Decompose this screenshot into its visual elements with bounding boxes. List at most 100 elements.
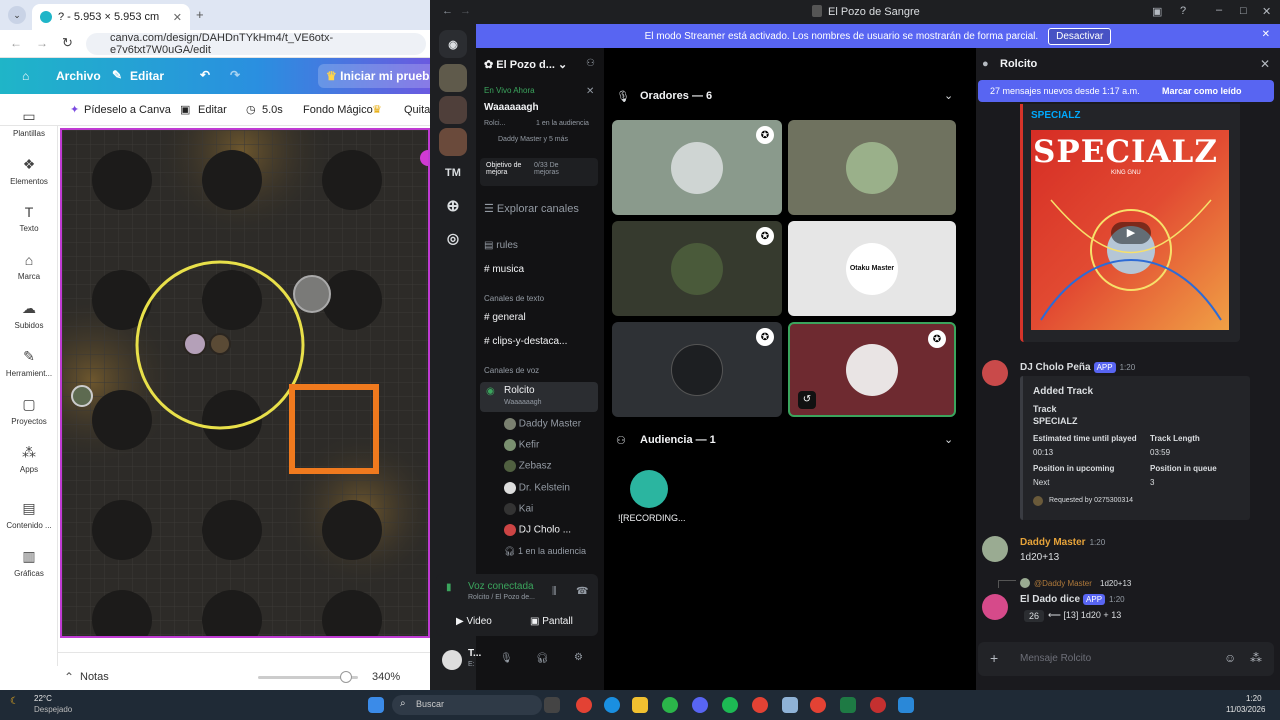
- battle-map-canvas[interactable]: [60, 128, 430, 638]
- add-server-icon[interactable]: ⊕: [439, 192, 467, 220]
- ask-canva-button[interactable]: Pídeselo a Canva: [84, 104, 171, 116]
- forward-icon[interactable]: →: [36, 36, 48, 50]
- browser-tab[interactable]: ? - 5.953 × 5.953 cm ✕: [32, 4, 190, 30]
- speaker-tile-6[interactable]: ✪ ↺: [788, 322, 956, 417]
- sidebar-item-proyectos[interactable]: ▢ Proyectos: [0, 396, 58, 426]
- excel-icon[interactable]: [840, 697, 856, 713]
- chrome-icon-3[interactable]: [810, 697, 826, 713]
- user-name[interactable]: T...: [468, 648, 481, 659]
- album-cover[interactable]: SPECIALZ KING GNU ▶: [1031, 130, 1229, 330]
- archivo-menu[interactable]: Archivo: [56, 69, 101, 83]
- speaker-tile-2[interactable]: [788, 120, 956, 215]
- apps-icon[interactable]: ⁂: [1250, 651, 1262, 665]
- live-title[interactable]: Waaaaaagh: [484, 102, 539, 113]
- sidebar-item-apps[interactable]: ⁂ Apps: [0, 444, 58, 474]
- avatar[interactable]: [982, 360, 1008, 386]
- message-input[interactable]: + Mensaje Rolcito ☺ ⁂: [978, 642, 1274, 676]
- play-icon[interactable]: ▶: [1111, 222, 1151, 244]
- text-channels-header[interactable]: Canales de texto: [484, 294, 544, 303]
- sidebar-item-marca[interactable]: ⌂ Marca: [0, 252, 58, 281]
- discord-icon[interactable]: [692, 697, 708, 713]
- forward-icon[interactable]: →: [460, 5, 471, 17]
- bot-name[interactable]: DJ Cholo Peña: [1020, 362, 1091, 373]
- maximize-icon[interactable]: □: [1240, 5, 1247, 17]
- mark-read-button[interactable]: Marcar como leído: [1162, 86, 1242, 96]
- clock-time[interactable]: 1:20: [1246, 694, 1262, 703]
- weather-text[interactable]: Despejado: [34, 705, 72, 714]
- token-wolf[interactable]: [293, 275, 331, 313]
- magic-bg-button[interactable]: Fondo Mágico: [303, 104, 373, 116]
- reply-text[interactable]: 1d20+13: [1100, 579, 1131, 588]
- minimize-icon[interactable]: –: [1216, 4, 1222, 16]
- back-icon[interactable]: ←: [10, 36, 22, 50]
- speaker-tile-1[interactable]: ✪: [612, 120, 782, 215]
- close-window-icon[interactable]: ✕: [1262, 5, 1271, 18]
- close-chat-icon[interactable]: ✕: [1260, 57, 1270, 71]
- token-2[interactable]: [209, 333, 231, 355]
- voice-member[interactable]: Dr. Kelstein: [504, 482, 570, 494]
- voice-member[interactable]: Kefir: [504, 439, 539, 451]
- token-1[interactable]: [183, 332, 207, 356]
- whatsapp-icon[interactable]: [662, 697, 678, 713]
- voice-member[interactable]: Kai: [504, 503, 533, 515]
- voice-channel-rolcito[interactable]: ◉ Rolcito Waaaaaagh: [480, 382, 598, 412]
- voice-member[interactable]: DJ Cholo ...: [504, 524, 571, 536]
- channel-clips[interactable]: # clips-y-destaca...: [484, 336, 567, 347]
- disconnect-icon[interactable]: ☎: [576, 586, 588, 597]
- reply-user[interactable]: @Daddy Master: [1034, 579, 1092, 588]
- chrome-icon[interactable]: [576, 697, 592, 713]
- speaker-tile-3[interactable]: ✪: [612, 221, 782, 316]
- token-3[interactable]: [71, 385, 93, 407]
- spotify-icon[interactable]: [722, 697, 738, 713]
- discover-icon[interactable]: ◎: [439, 224, 467, 252]
- invite-icon[interactable]: ⚇: [586, 58, 595, 69]
- inbox-icon[interactable]: ▣: [1152, 5, 1162, 18]
- speakers-header[interactable]: Oradores — 6: [640, 90, 712, 102]
- zoom-slider-thumb[interactable]: [340, 671, 352, 683]
- voice-channels-header[interactable]: Canales de voz: [484, 366, 539, 375]
- user-avatar[interactable]: [442, 650, 462, 670]
- audience-header[interactable]: Audiencia — 1: [640, 434, 716, 446]
- notes-button[interactable]: Notas: [80, 671, 109, 683]
- daddy-name[interactable]: Daddy Master: [1020, 537, 1086, 548]
- reload-icon[interactable]: ↻: [62, 35, 73, 51]
- help-icon[interactable]: ?: [1180, 5, 1186, 17]
- voice-connected-sub[interactable]: Rolcito / El Pozo de...: [468, 594, 535, 601]
- sidebar-item-subidos[interactable]: ☁ Subidos: [0, 300, 58, 330]
- back-icon[interactable]: ←: [442, 5, 453, 17]
- task-view-icon[interactable]: [544, 697, 560, 713]
- url-input[interactable]: canva.com/design/DAHDnTYkHm4/t_VE6otx-e7…: [86, 32, 426, 56]
- speaker-tile-4[interactable]: Otaku Master: [788, 221, 956, 316]
- collapse-audience-icon[interactable]: ⌄: [944, 433, 953, 446]
- close-banner-icon[interactable]: ✕: [1262, 29, 1270, 40]
- avatar[interactable]: [982, 536, 1008, 562]
- sidebar-item-texto[interactable]: T Texto: [0, 204, 58, 233]
- temperature[interactable]: 22°C: [34, 694, 52, 703]
- settings-icon[interactable]: ⚙: [574, 652, 583, 663]
- editar-menu[interactable]: Editar: [130, 69, 164, 83]
- collapse-speakers-icon[interactable]: ⌄: [944, 89, 953, 102]
- discord-home-icon[interactable]: ◉: [439, 30, 467, 58]
- soundboard-icon[interactable]: ⫼: [552, 586, 557, 597]
- remove-button[interactable]: Quita: [404, 104, 430, 116]
- new-messages-bar[interactable]: 27 mensajes nuevos desde 1:17 a.m. Marca…: [978, 80, 1274, 102]
- video-button[interactable]: ▶ Video: [456, 616, 492, 627]
- emoji-icon[interactable]: ☺: [1224, 651, 1236, 665]
- sidebar-item-elementos[interactable]: ❖ Elementos: [0, 156, 58, 186]
- channel-musica[interactable]: # musica: [484, 264, 524, 275]
- embed-title[interactable]: SPECIALZ: [1031, 110, 1080, 121]
- sidebar-item-herramientas[interactable]: ✎ Herramient...: [0, 348, 58, 378]
- duration-button[interactable]: 5.0s: [262, 104, 283, 116]
- voice-member[interactable]: Daddy Master: [504, 418, 581, 430]
- screen-share-button[interactable]: ▣ Pantall: [530, 616, 573, 627]
- app-icon-2[interactable]: [898, 697, 914, 713]
- server-icon-1[interactable]: [439, 64, 467, 92]
- voice-member[interactable]: Zebasz: [504, 460, 552, 472]
- channel-rules[interactable]: ▤ rules: [484, 240, 518, 251]
- headset-icon[interactable]: 🎧︎: [536, 653, 549, 664]
- sidebar-item-contenido[interactable]: ▤ Contenido ...: [0, 500, 58, 530]
- mic-icon[interactable]: 🎙︎: [500, 653, 513, 664]
- sidebar-item-graficas[interactable]: ▥ Gráficas: [0, 548, 58, 578]
- new-tab-icon[interactable]: +: [196, 7, 204, 22]
- close-live-icon[interactable]: ✕: [586, 86, 594, 97]
